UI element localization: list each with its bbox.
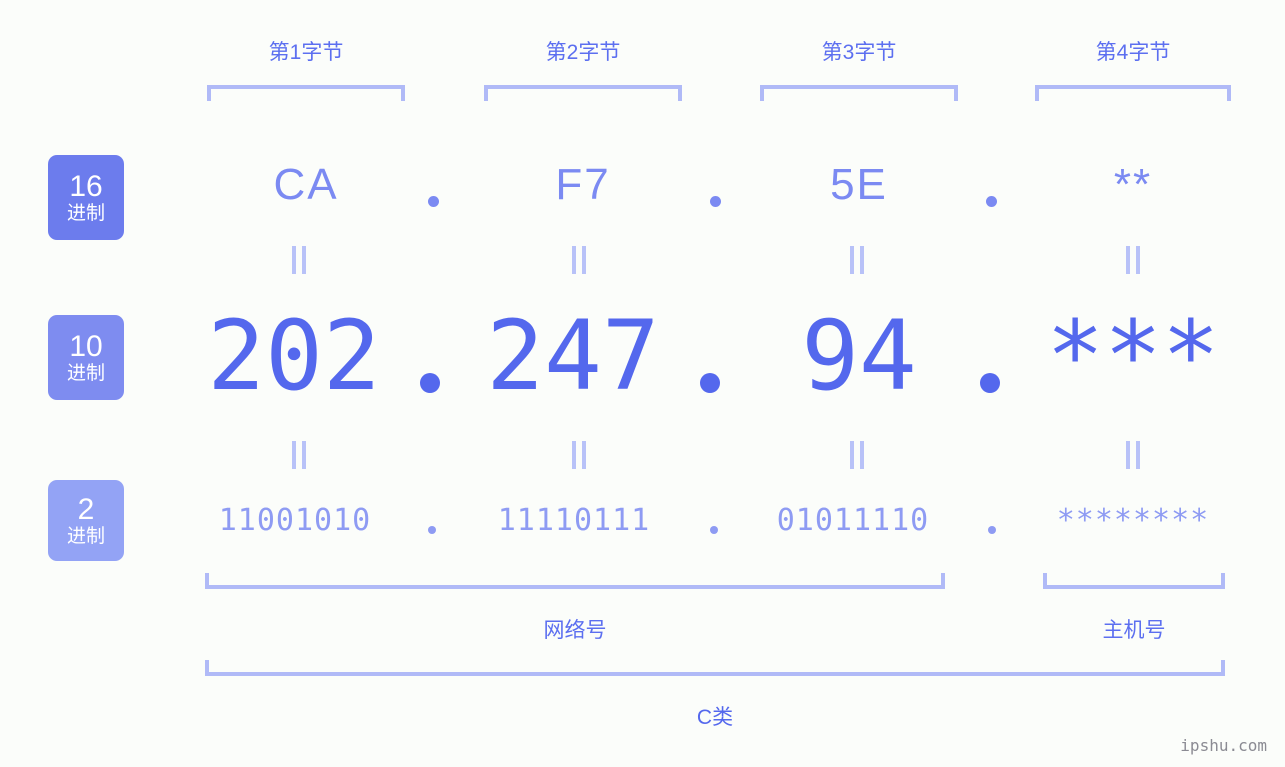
binary-byte-2: 11110111 xyxy=(497,503,651,538)
equals-mark-dec-bin-4 xyxy=(1126,441,1142,469)
binary-separator-2 xyxy=(710,526,718,534)
ip-breakdown-diagram: 第1字节 第2字节 第3字节 第4字节 16 进制 CA F7 5E ** 10… xyxy=(0,0,1285,767)
decimal-separator-1 xyxy=(420,373,440,393)
network-part-label: 网络号 xyxy=(543,619,607,642)
equals-mark-hex-dec-1 xyxy=(292,246,308,274)
hex-byte-3: 5E xyxy=(830,160,888,209)
radix-badge-hex-unit: 进制 xyxy=(66,203,105,224)
byte-bracket-1 xyxy=(207,85,405,101)
radix-badge-dec-number: 10 xyxy=(69,330,103,363)
byte-header-1: 第1字节 xyxy=(268,41,344,64)
radix-badge-dec: 10 进制 xyxy=(48,315,124,400)
hex-byte-1: CA xyxy=(273,160,339,209)
binary-byte-3: 01011110 xyxy=(776,503,930,538)
hex-separator-3 xyxy=(986,196,997,207)
radix-badge-hex-number: 16 xyxy=(69,170,103,203)
byte-header-3: 第3字节 xyxy=(821,41,897,64)
byte-bracket-4 xyxy=(1035,85,1231,101)
radix-badge-dec-unit: 进制 xyxy=(66,363,105,384)
host-part-label: 主机号 xyxy=(1102,619,1166,642)
equals-mark-hex-dec-4 xyxy=(1126,246,1142,274)
binary-byte-1: 11001010 xyxy=(218,503,372,538)
equals-mark-dec-bin-2 xyxy=(572,441,588,469)
host-part-bracket xyxy=(1043,573,1225,589)
decimal-separator-3 xyxy=(980,373,1000,393)
equals-mark-hex-dec-2 xyxy=(572,246,588,274)
hex-separator-1 xyxy=(428,196,439,207)
decimal-byte-3: 94 xyxy=(801,300,917,412)
address-class-label: C类 xyxy=(696,706,734,729)
byte-header-2: 第2字节 xyxy=(545,41,621,64)
decimal-separator-2 xyxy=(700,373,720,393)
decimal-byte-1: 202 xyxy=(207,300,381,412)
binary-byte-4: ******** xyxy=(1056,503,1210,538)
binary-separator-3 xyxy=(988,526,996,534)
decimal-byte-4: *** xyxy=(1046,300,1220,412)
network-part-bracket xyxy=(205,573,945,589)
radix-badge-bin-number: 2 xyxy=(77,493,95,526)
equals-mark-dec-bin-3 xyxy=(850,441,866,469)
byte-bracket-3 xyxy=(760,85,958,101)
hex-byte-2: F7 xyxy=(555,160,611,209)
byte-header-4: 第4字节 xyxy=(1095,41,1171,64)
binary-separator-1 xyxy=(428,526,436,534)
radix-badge-bin: 2 进制 xyxy=(48,480,124,561)
address-class-bracket xyxy=(205,660,1225,676)
hex-byte-4: ** xyxy=(1113,160,1153,209)
radix-badge-bin-unit: 进制 xyxy=(66,526,105,547)
byte-bracket-2 xyxy=(484,85,682,101)
equals-mark-dec-bin-1 xyxy=(292,441,308,469)
hex-separator-2 xyxy=(710,196,721,207)
site-watermark: ipshu.com xyxy=(1180,736,1267,755)
radix-badge-hex: 16 进制 xyxy=(48,155,124,240)
decimal-byte-2: 247 xyxy=(486,300,660,412)
equals-mark-hex-dec-3 xyxy=(850,246,866,274)
